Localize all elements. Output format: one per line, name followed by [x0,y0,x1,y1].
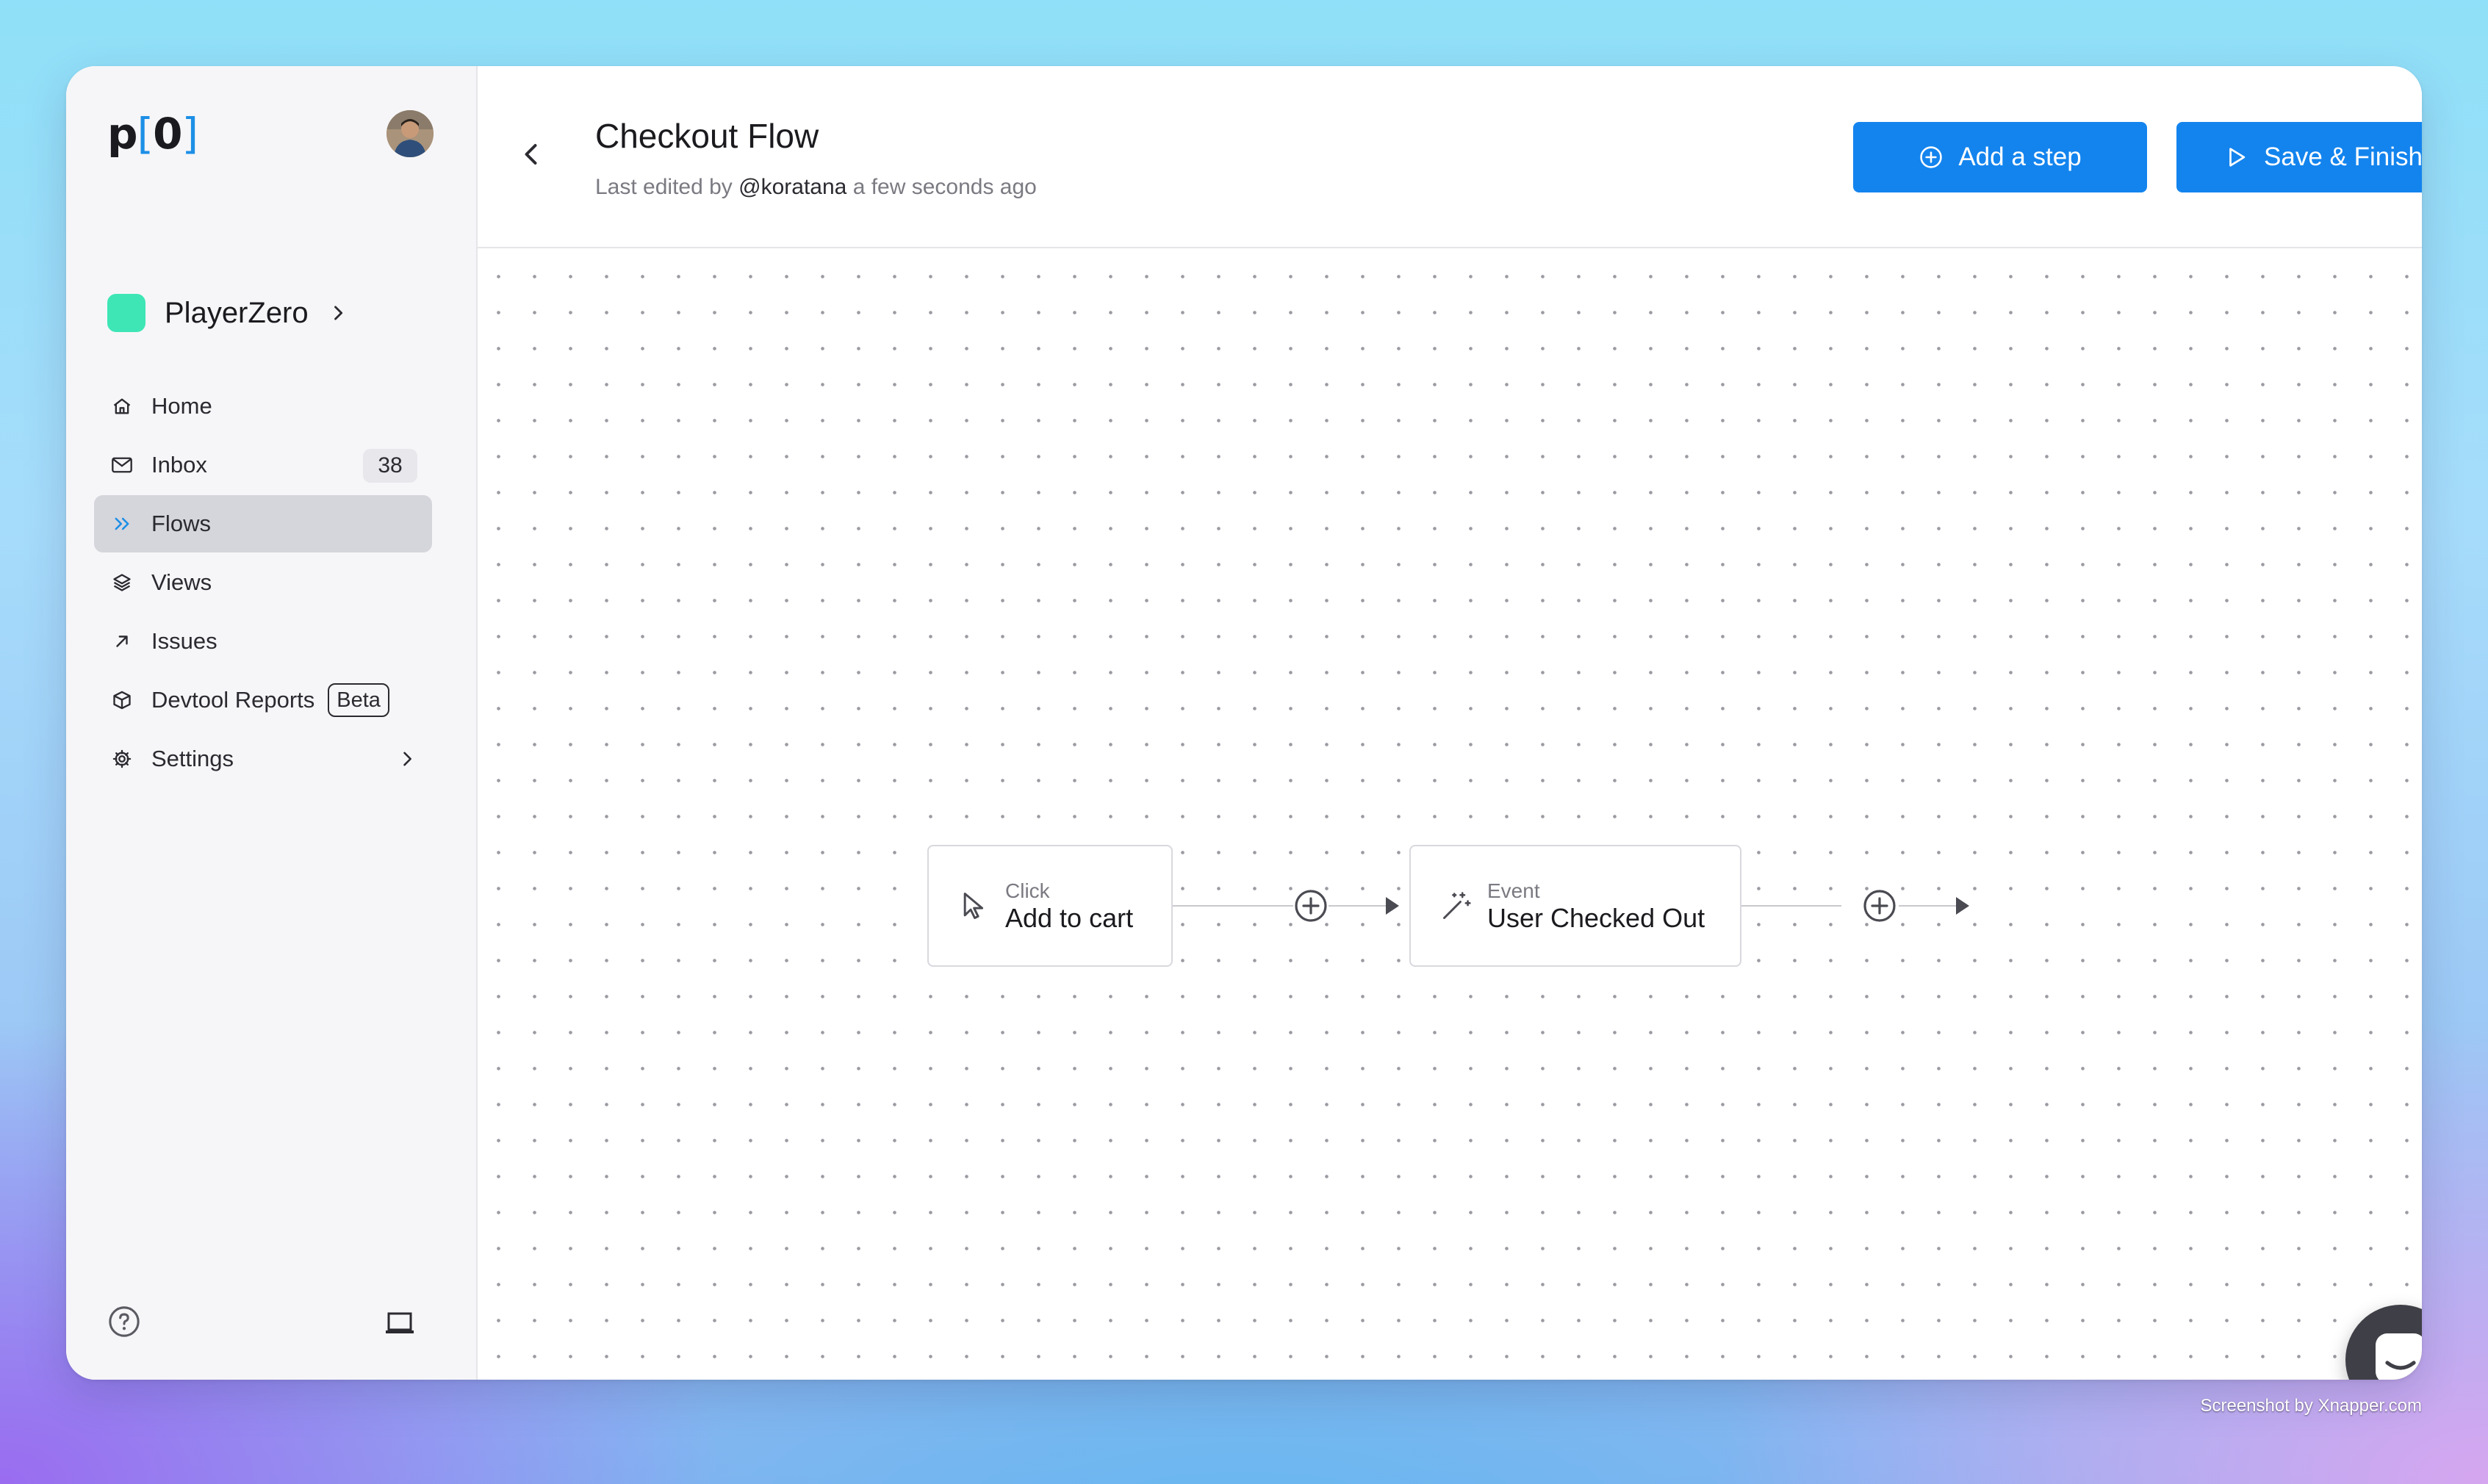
sidebar-item-label: Issues [151,628,217,654]
connector-line [1173,905,1293,907]
sidebar-item-label: Views [151,569,212,595]
add-step-plus-icon[interactable] [1293,888,1329,923]
arrow-head-icon [1956,897,1969,915]
sidebar-nav: Home Inbox 38 Flows Views Issues Devtool… [94,378,432,789]
plus-circle-icon [1920,146,1943,168]
layers-icon [110,571,134,594]
cursor-icon [963,893,984,919]
page-header: Checkout Flow Last edited by @koratana a… [478,66,2422,248]
flow-step-type: Click [1005,879,1050,902]
flow-step-node[interactable]: Click Add to cart [927,845,1173,967]
device-icon[interactable] [385,1311,414,1336]
cube-icon [110,688,134,712]
magic-wand-icon [1443,892,1471,919]
inbox-count-badge: 38 [363,449,417,483]
chevron-right-icon [334,306,342,320]
sidebar-item-label: Devtool Reports [151,687,315,713]
sidebar-item-issues[interactable]: Issues [94,613,432,670]
arrow-head-icon [1386,897,1399,915]
save-finish-label: Save & Finish [2264,143,2422,171]
sidebar-item-label: Inbox [151,452,207,478]
chat-support-button[interactable] [2345,1305,2422,1380]
sidebar-item-devtool-reports[interactable]: Devtool Reports Beta [94,671,432,729]
arrow-up-right-icon [110,630,134,653]
add-step-plus-icon[interactable] [1862,888,1897,923]
app-window: p[0] PlayerZero Home Inbox 38 Flows View… [66,66,2422,1380]
sidebar-item-inbox[interactable]: Inbox 38 [94,436,432,494]
gear-icon [110,747,134,771]
avatar[interactable] [386,110,434,157]
last-edited-prefix: Last edited by [595,175,733,199]
beta-badge: Beta [328,683,389,717]
play-icon [2229,148,2246,167]
add-step-button[interactable]: Add a step [1853,122,2147,192]
flow-step-label: User Checked Out [1487,903,1705,933]
logo[interactable]: p[0] [107,109,198,159]
flow-step-text: Event User Checked Out [1487,879,1705,933]
help-icon[interactable] [107,1305,141,1339]
add-step-label: Add a step [1958,143,2082,171]
inbox-icon [110,453,134,477]
connector-line [1329,905,1392,907]
sidebar-item-home[interactable]: Home [94,378,432,435]
save-finish-button[interactable]: Save & Finish [2176,122,2422,192]
flow-step-text: Click Add to cart [1005,879,1133,933]
sidebar: p[0] PlayerZero Home Inbox 38 Flows View… [66,66,478,1380]
flow-canvas[interactable]: Click Add to cart Event User Checked Out [478,248,2422,1380]
sidebar-item-flows[interactable]: Flows [94,495,432,552]
flow-step-type: Event [1487,879,1540,902]
last-edited-user[interactable]: @koratana [738,175,846,199]
flow-step-node[interactable]: Event User Checked Out [1409,845,1741,967]
last-edited-info: Last edited by @koratana a few seconds a… [595,175,1037,200]
back-button[interactable] [519,141,545,168]
flow-step-label: Add to cart [1005,903,1134,933]
sidebar-item-label: Settings [151,746,234,771]
page-title: Checkout Flow [595,117,819,155]
workspace-switcher[interactable]: PlayerZero [107,294,348,332]
workspace-name: PlayerZero [165,296,309,329]
flows-icon [110,512,134,536]
sidebar-item-label: Flows [151,511,211,536]
workspace-swatch [107,294,145,332]
connector-line [1899,905,1962,907]
watermark: Screenshot by Xnapper.com [2200,1396,2422,1416]
chat-icon [2376,1333,2422,1380]
sidebar-item-views[interactable]: Views [94,554,432,611]
last-edited-time: a few seconds ago [852,175,1037,199]
connector-line [1741,905,1841,907]
home-icon [110,395,134,418]
chevron-right-icon [403,752,411,766]
sidebar-item-settings[interactable]: Settings [94,730,432,788]
sidebar-item-label: Home [151,393,212,419]
